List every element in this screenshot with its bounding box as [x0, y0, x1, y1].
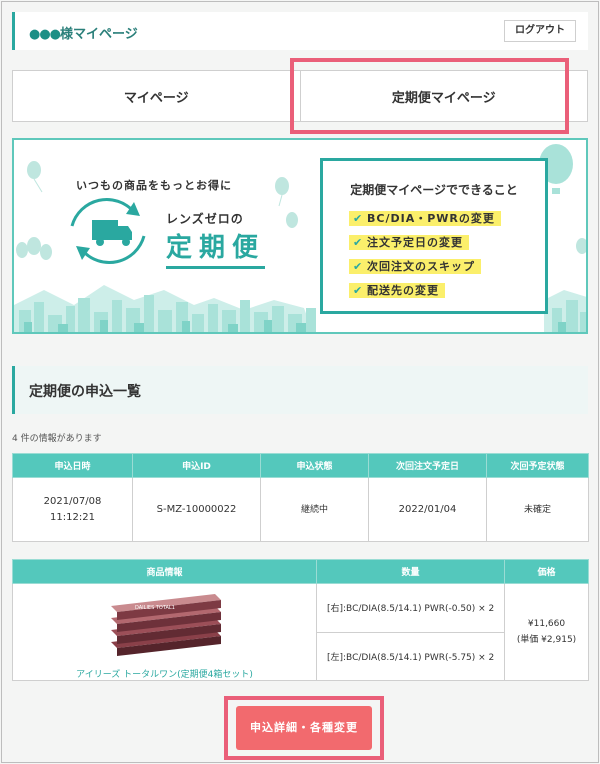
column-header: 数量	[316, 559, 505, 584]
banner-feature-box: 定期便マイページでできること ✔ BC/DIA・PWRの変更 ✔ 注文予定日の変更 …	[320, 158, 548, 314]
column-header: 次回注文予定日	[368, 453, 487, 478]
table-row[interactable]: 2021/07/08 11:12:21 S-MZ-10000022 継続中 20…	[12, 477, 589, 542]
button-highlight-frame	[224, 696, 384, 760]
column-header: 商品情報	[12, 559, 317, 584]
apply-date: 2021/07/08	[43, 495, 102, 507]
feature-item: ✔ 次回注文のスキップ	[349, 259, 481, 274]
product-box-label: DAILIES TOTAL1	[135, 605, 175, 611]
column-header: 価格	[504, 559, 589, 584]
total-price: ¥11,660	[527, 619, 566, 629]
apply-status-cell: 継続中	[260, 477, 369, 542]
logout-button[interactable]: ログアウト	[504, 20, 576, 42]
feature-item-label: BC/DIA・PWRの変更	[367, 212, 495, 225]
banner-catch-copy: いつもの商品をもっとお得に	[76, 179, 232, 192]
product-info-cell: DAILIES TOTAL1 アイリーズ トータルワン(定期便4箱セット)	[12, 583, 317, 681]
subscription-table: 申込日時 申込ID 申込状態 次回注文予定日 次回予定状態 2021/07/08…	[12, 453, 589, 542]
table-header-row: 申込日時 申込ID 申込状態 次回注文予定日 次回予定状態	[12, 453, 589, 478]
column-header: 申込ID	[132, 453, 261, 478]
user-name-mask: ●●●	[29, 27, 61, 42]
product-image: DAILIES TOTAL1	[110, 594, 221, 656]
product-table: 商品情報 数量 価格 DAILIES TOTAL1 アイリーズ トータルワン(定…	[12, 559, 589, 681]
unit-price: (単価 ¥2,915)	[516, 635, 577, 645]
check-icon: ✔	[353, 212, 364, 225]
column-header: 申込日時	[12, 453, 133, 478]
next-order-date-cell: 2022/01/04	[368, 477, 487, 542]
tab-mypage[interactable]: マイページ	[12, 70, 301, 122]
feature-item: ✔ 配送先の変更	[349, 283, 445, 298]
banner-main-title: 定期便	[166, 227, 266, 269]
column-header: 次回予定状態	[486, 453, 589, 478]
page-header: ●●●様マイページ ログアウト	[12, 12, 588, 50]
feature-item-label: 注文予定日の変更	[367, 236, 463, 249]
apply-id-cell: S-MZ-10000022	[132, 477, 261, 542]
feature-item: ✔ BC/DIA・PWRの変更	[349, 211, 501, 226]
page-title: ●●●様マイページ	[29, 23, 138, 42]
price-cell: ¥11,660 (単価 ¥2,915)	[504, 583, 589, 681]
feature-box-title: 定期便マイページでできること	[350, 183, 518, 197]
quantity-left-cell: [左]:BC/DIA(8.5/14.1) PWR(-5.75) × 2	[316, 631, 505, 681]
quantity-right-cell: [右]:BC/DIA(8.5/14.1) PWR(-0.50) × 2	[316, 583, 505, 633]
apply-datetime-cell: 2021/07/08 11:12:21	[12, 477, 133, 542]
feature-item: ✔ 注文予定日の変更	[349, 235, 469, 250]
column-header: 申込状態	[260, 453, 369, 478]
apply-time: 11:12:21	[50, 511, 95, 523]
feature-item-label: 配送先の変更	[367, 284, 439, 297]
check-icon: ✔	[353, 260, 364, 273]
section-heading: 定期便の申込一覧	[12, 366, 588, 414]
subscription-banner[interactable]: いつもの商品をもっとお得に レンズゼロの 定期便 定期便マイページでできること …	[12, 138, 588, 334]
table-row: DAILIES TOTAL1 アイリーズ トータルワン(定期便4箱セット) [右…	[12, 583, 589, 681]
next-status-cell: 未確定	[486, 477, 589, 542]
section-title: 定期便の申込一覧	[29, 384, 141, 400]
check-icon: ✔	[353, 236, 364, 249]
table-header-row: 商品情報 数量 価格	[12, 559, 589, 584]
page-title-text: 様マイページ	[60, 27, 138, 42]
product-name-link[interactable]: アイリーズ トータルワン(定期便4箱セット)	[13, 667, 316, 680]
feature-item-label: 次回注文のスキップ	[367, 260, 475, 273]
banner-subtitle: レンズゼロの	[166, 212, 244, 226]
tab-highlight-frame	[290, 58, 569, 134]
result-count: 4 件の情報があります	[12, 434, 102, 444]
check-icon: ✔	[353, 284, 364, 297]
